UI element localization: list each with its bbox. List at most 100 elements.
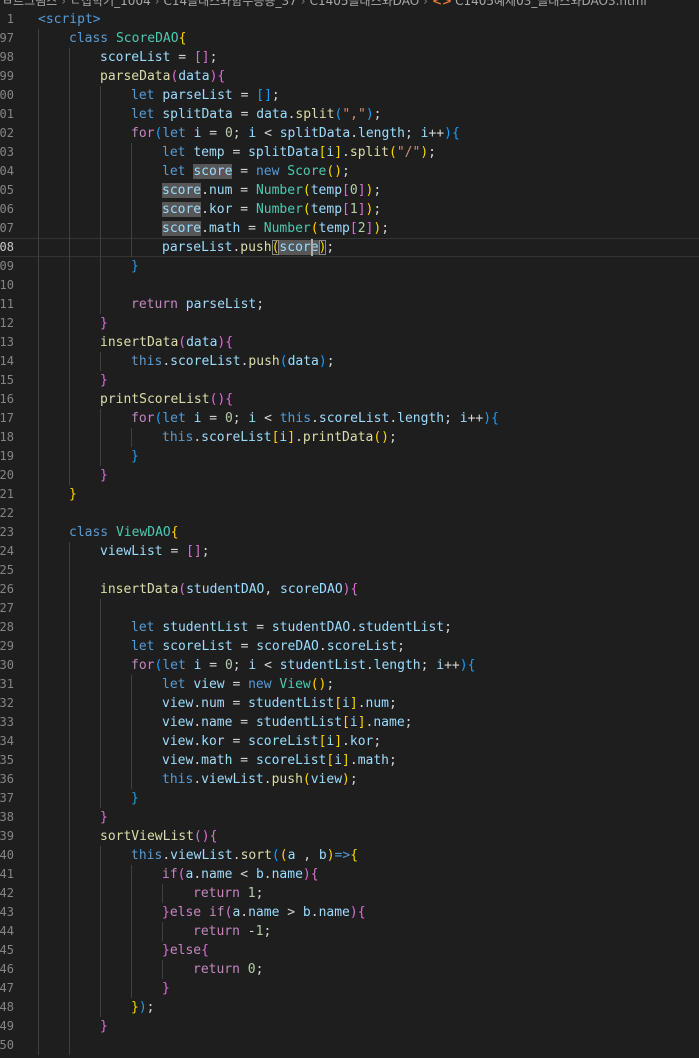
code-token: push	[248, 354, 280, 369]
code-token: (	[389, 145, 397, 160]
code-token: num	[201, 696, 225, 711]
code-line[interactable]: 02 for(let i = 0; i < splitData.length; i…	[0, 124, 699, 143]
code-line[interactable]: 05 score.num = Number(temp[0]);	[0, 181, 699, 200]
code-token: this	[131, 354, 163, 369]
code-line[interactable]: 97 class ScoreDAO{	[0, 29, 699, 48]
code-token: =	[232, 88, 257, 103]
breadcrumb-file[interactable]: C1405예제03_클래스와DAO3.html	[455, 0, 647, 8]
code-line[interactable]: 00 let parseList = [];	[0, 86, 699, 105]
code-token: new	[255, 164, 280, 179]
code-line[interactable]: 16 printScoreList(){	[0, 390, 699, 409]
code-line[interactable]: 20}	[0, 466, 699, 485]
code-line[interactable]: 47}	[0, 979, 699, 998]
code-line[interactable]: 98 scoreList = [];	[0, 48, 699, 67]
code-token: b	[318, 848, 327, 863]
line-number: 26	[0, 582, 14, 596]
code-line[interactable]: 28 let studentList = studentDAO.studentLi…	[0, 618, 699, 637]
line-number: 43	[0, 905, 14, 919]
code-token: studentList	[248, 696, 335, 711]
line-number: 14	[0, 354, 14, 368]
code-line[interactable]: 09}	[0, 257, 699, 276]
code-line[interactable]: 24 viewList = [];	[0, 542, 699, 561]
code-line[interactable]: 35 view.math = scoreList[i].math;	[0, 751, 699, 770]
code-token: i	[342, 696, 350, 711]
code-token: Number	[263, 221, 311, 236]
code-line[interactable]: 30 for(let i = 0; i < studentList.length;…	[0, 656, 699, 675]
code-line[interactable]: 41 if(a.name < b.name){	[0, 865, 699, 884]
code-line[interactable]: 18 this.scoreList[i].printData();	[0, 428, 699, 447]
code-line[interactable]: 32 view.num = studentList[i].num;	[0, 694, 699, 713]
code-line[interactable]: 31 let view = new View();	[0, 675, 699, 694]
code-line[interactable]: 23 class ViewDAO{	[0, 523, 699, 542]
code-line[interactable]: 17 for(let i = 0; i < this.scoreList.leng…	[0, 409, 699, 428]
code-line[interactable]: 46 return 0;	[0, 960, 699, 979]
code-line[interactable]: 19}	[0, 447, 699, 466]
code-line[interactable]: 33 view.name = studentList[i].name;	[0, 713, 699, 732]
indent-guide	[69, 219, 70, 238]
code-line[interactable]: 45}else{	[0, 941, 699, 960]
code-line[interactable]: 25	[0, 561, 699, 580]
code-line[interactable]: 11 return parseList;	[0, 295, 699, 314]
breadcrumb-part[interactable]: C14클래스와함수응용_37	[164, 0, 297, 8]
code-line[interactable]: 01 let splitData = data.split(",");	[0, 105, 699, 124]
code-line[interactable]: 50	[0, 1036, 699, 1055]
code-token: parseList	[162, 88, 233, 103]
code-line[interactable]: 13 insertData(data){	[0, 333, 699, 352]
indent-guide	[69, 789, 70, 808]
code-line[interactable]: 03 let temp = splitData[i].split("/");	[0, 143, 699, 162]
indent-guide	[38, 656, 39, 675]
code-line[interactable]: 04 let score = new Score();	[0, 162, 699, 181]
code-text: <script>	[38, 10, 101, 29]
code-line[interactable]: 49}	[0, 1017, 699, 1036]
code-line[interactable]: 39 sortViewList(){	[0, 827, 699, 846]
code-line[interactable]: 37}	[0, 789, 699, 808]
code-line[interactable]: 15}	[0, 371, 699, 390]
indent-guide	[69, 257, 70, 276]
code-token: data	[287, 354, 319, 369]
indent-guide	[100, 732, 101, 751]
code-line[interactable]: 08 parseList.push(score);	[0, 238, 699, 257]
code-token: )	[483, 411, 492, 426]
breadcrumb-part[interactable]: ㄴ집학기_1004	[70, 0, 151, 8]
code-token: =	[224, 734, 249, 749]
code-line[interactable]: 29 let scoreList = scoreDAO.scoreList;	[0, 637, 699, 656]
code-line[interactable]: 27	[0, 599, 699, 618]
code-line[interactable]: 06 score.kor = Number(temp[1]);	[0, 200, 699, 219]
indent-guide	[38, 276, 39, 295]
indent-guide	[38, 960, 39, 979]
code-text: parseData(data){	[100, 67, 225, 86]
code-line[interactable]: 34 view.kor = scoreList[i].kor;	[0, 732, 699, 751]
code-line[interactable]: 10	[0, 276, 699, 295]
code-token: this	[162, 430, 194, 445]
code-line[interactable]: 40 this.viewList.sort((a , b)=>{	[0, 846, 699, 865]
code-token: printScoreList	[100, 392, 210, 407]
breadcrumb-part[interactable]: ㅂ르그램스	[2, 0, 57, 8]
code-line[interactable]: 36 this.viewList.push(view);	[0, 770, 699, 789]
code-line[interactable]: 99 parseData(data){	[0, 67, 699, 86]
code-token: {	[467, 658, 476, 673]
breadcrumb-part[interactable]: C1405클래스와DAO	[310, 0, 420, 8]
code-line[interactable]: 48});	[0, 998, 699, 1017]
code-line[interactable]: 43}else if(a.name > b.name){	[0, 903, 699, 922]
code-line[interactable]: 44 return -1;	[0, 922, 699, 941]
code-line[interactable]: 07 score.math = Number(temp[2]);	[0, 219, 699, 238]
code-line[interactable]: 42 return 1;	[0, 884, 699, 903]
code-text: viewList = [];	[100, 542, 210, 561]
code-token: ]	[349, 696, 358, 711]
code-line[interactable]: 26 insertData(studentDAO, scoreDAO){	[0, 580, 699, 599]
breadcrumb[interactable]: ㅂ르그램스 › ㄴ집학기_1004 › C14클래스와함수응용_37 › C1405클래스와…	[0, 0, 699, 10]
code-token: (	[178, 582, 187, 597]
code-line[interactable]: 12}	[0, 314, 699, 333]
code-line[interactable]: 21}	[0, 485, 699, 504]
indent-guide	[100, 865, 101, 884]
code-line[interactable]: 1 <script>	[0, 10, 699, 29]
code-line[interactable]: 38}	[0, 808, 699, 827]
code-token: ;	[420, 658, 437, 673]
code-token: let	[162, 164, 186, 179]
code-token: .	[263, 867, 272, 882]
indent-guide	[69, 48, 70, 67]
code-line[interactable]: 22	[0, 504, 699, 523]
code-line[interactable]: 14 this.scoreList.push(data);	[0, 352, 699, 371]
code-token: score	[162, 202, 202, 217]
editor-text-area[interactable]: 1 <script> 97 class ScoreDAO{98 scoreList = …	[0, 10, 699, 1055]
